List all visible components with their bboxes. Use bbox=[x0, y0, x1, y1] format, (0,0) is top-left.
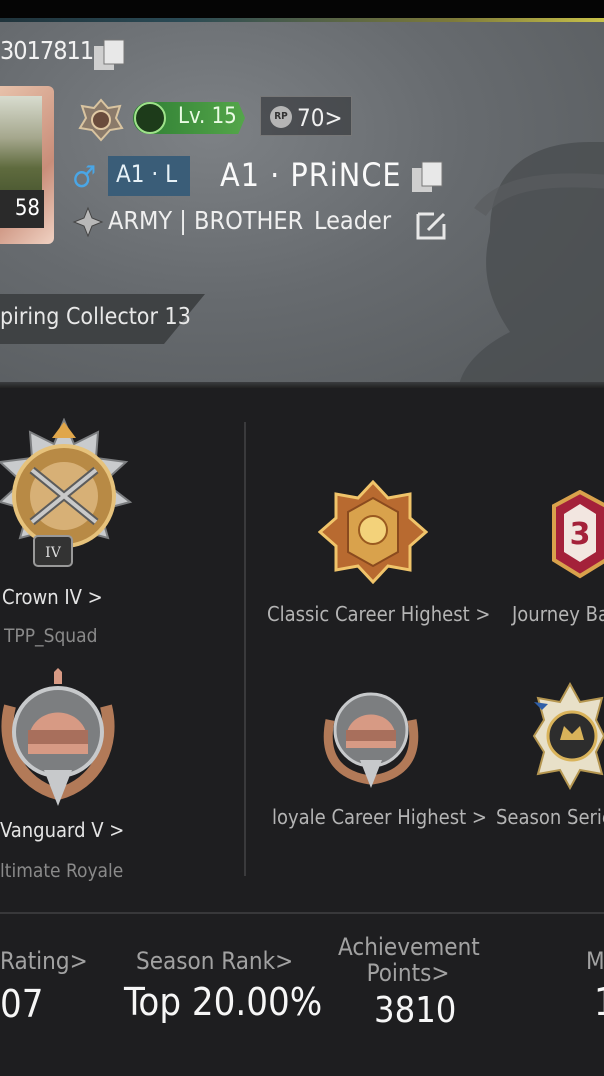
journey-badge-label[interactable]: Journey Ba bbox=[512, 602, 604, 626]
rp-icon: RP bbox=[270, 106, 292, 128]
medal-divider bbox=[244, 422, 246, 876]
header-divider bbox=[0, 382, 604, 388]
rating-value: 07 bbox=[0, 982, 44, 1026]
rp-level: 70> bbox=[297, 104, 343, 132]
achievement-label-line1: Achievement bbox=[338, 933, 480, 961]
clan-tag-label: A1 · L bbox=[116, 160, 178, 188]
male-icon: ♂ bbox=[72, 160, 97, 195]
season-rank-value: Top 20.00% bbox=[124, 980, 323, 1024]
classic-rank-tier[interactable]: Crown IV > bbox=[2, 585, 103, 609]
stat-4-value: 1 bbox=[594, 980, 604, 1024]
journey-badge-number: 3 bbox=[570, 517, 591, 552]
season-series-label[interactable]: Season Serie bbox=[496, 805, 604, 829]
season-series-badge-icon[interactable] bbox=[530, 680, 604, 790]
achievement-points-value: 3810 bbox=[374, 990, 457, 1031]
vanguard-rank-medal-icon[interactable] bbox=[0, 666, 120, 812]
classic-rank-mode: TPP_Squad bbox=[4, 625, 98, 647]
royale-career-highest[interactable]: loyale Career Highest > bbox=[272, 805, 487, 829]
stat-4-label[interactable]: M bbox=[586, 948, 604, 974]
crew-emblem-icon bbox=[72, 206, 104, 238]
player-name: A1 · PRiNCE bbox=[220, 156, 402, 194]
achievement-points-label[interactable]: Achievement Points> bbox=[338, 933, 480, 987]
ultimate-rank-mode: ltimate Royale bbox=[0, 860, 124, 882]
crew-role: Leader bbox=[314, 206, 392, 235]
rating-label[interactable]: Rating> bbox=[0, 948, 88, 974]
edit-icon[interactable] bbox=[414, 208, 450, 242]
ultimate-rank-tier[interactable]: Vanguard V > bbox=[0, 818, 124, 842]
stats-divider bbox=[0, 912, 604, 914]
classic-career-highest[interactable]: Classic Career Highest > bbox=[267, 602, 490, 626]
copy-id-icon[interactable] bbox=[92, 38, 128, 72]
season-rank-label[interactable]: Season Rank> bbox=[136, 948, 293, 974]
copy-name-icon[interactable] bbox=[410, 160, 446, 194]
medal-numeral: IV bbox=[45, 545, 62, 561]
level-icon bbox=[134, 102, 166, 134]
journey-badge-icon[interactable]: 3 bbox=[546, 490, 604, 580]
title-label: piring Collector 13 bbox=[0, 304, 191, 330]
level-label: Lv. 15 bbox=[178, 104, 237, 129]
royale-career-badge-icon[interactable] bbox=[322, 680, 420, 790]
tier-emblem-icon[interactable] bbox=[78, 98, 124, 142]
crown-rank-medal-icon[interactable]: IV bbox=[0, 418, 140, 570]
classic-career-badge-icon[interactable] bbox=[318, 480, 428, 584]
crew-name[interactable]: ARMY | BROTHER bbox=[108, 206, 303, 235]
achievement-label-line2: Points> bbox=[366, 959, 450, 987]
player-id: 3017811 bbox=[0, 36, 94, 65]
avatar-level: 58 bbox=[0, 190, 44, 228]
top-status-bar bbox=[0, 0, 604, 18]
